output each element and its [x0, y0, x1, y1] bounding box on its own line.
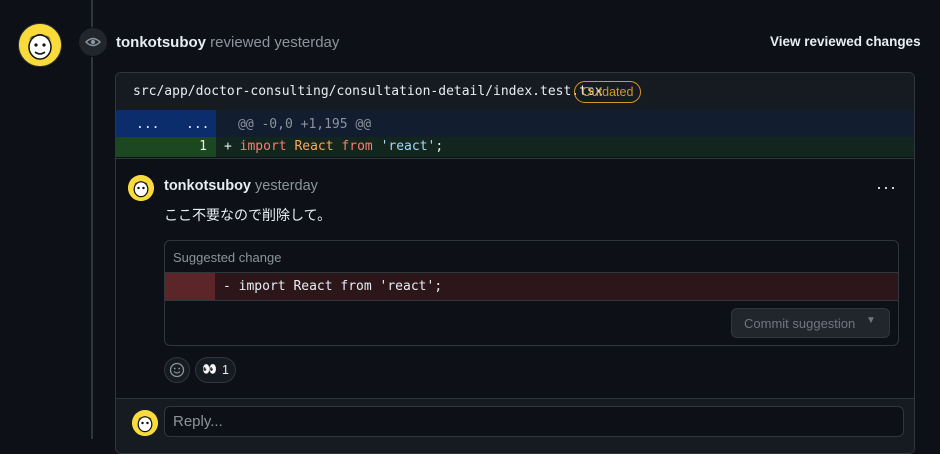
eyes-icon: 👀	[202, 362, 217, 376]
line-number[interactable]: 1	[116, 137, 216, 157]
comment-time[interactable]: yesterday	[255, 178, 318, 194]
file-path[interactable]: src/app/doctor-consulting/consultation-d…	[133, 84, 603, 99]
file-header: src/app/doctor-consulting/consultation-d…	[116, 73, 914, 111]
caret-down-icon: ▼	[866, 315, 876, 326]
add-reaction-button[interactable]	[164, 357, 190, 383]
commit-suggestion-button[interactable]: Commit suggestion ▼	[731, 308, 890, 338]
removed-code: - import React from 'react';	[223, 279, 443, 294]
commenter-avatar[interactable]	[128, 175, 154, 201]
view-reviewed-changes-link[interactable]: View reviewed changes	[770, 34, 921, 49]
commenter-username[interactable]: tonkotsuboy	[164, 178, 251, 194]
current-user-avatar	[132, 410, 158, 436]
review-comment: tonkotsuboy yesterday ··· ここ不要なので削除して。 S…	[116, 158, 914, 399]
reviewer-username[interactable]: tonkotsuboy	[116, 34, 206, 51]
reviewer-avatar[interactable]	[18, 23, 62, 67]
suggested-change-box: Suggested change - import React from 're…	[164, 240, 899, 346]
hunk-expand[interactable]: ... ...	[116, 110, 216, 137]
smiley-icon	[169, 362, 185, 378]
review-thread: src/app/doctor-consulting/consultation-d…	[115, 72, 915, 454]
hunk-header-row: ... ... @@ -0,0 +1,195 @@	[116, 110, 914, 137]
added-code: + import React from 'react';	[224, 139, 444, 154]
timeline-line	[91, 0, 93, 439]
review-header: tonkotsuboy reviewed yesterday	[116, 34, 339, 51]
added-line-row: 1 + import React from 'react';	[116, 137, 914, 157]
outdated-badge: Outdated	[574, 81, 642, 103]
eye-icon	[78, 27, 108, 57]
comment-menu-icon[interactable]: ···	[876, 177, 897, 198]
hunk-left-ellipsis: ...	[136, 117, 160, 132]
removed-line-row: - import React from 'react';	[165, 272, 898, 301]
hunk-right-ellipsis: ...	[186, 117, 210, 132]
comment-body: ここ不要なので削除して。	[164, 207, 332, 223]
review-action: reviewed yesterday	[210, 34, 340, 51]
reaction-count: 1	[222, 363, 229, 377]
reply-input[interactable]: Reply...	[164, 406, 904, 437]
reaction-eyes[interactable]: 👀 1	[195, 357, 236, 383]
comment-header: tonkotsuboy yesterday	[164, 178, 318, 194]
reply-area: Reply...	[116, 398, 914, 453]
hunk-header: @@ -0,0 +1,195 @@	[238, 117, 372, 132]
suggested-change-title: Suggested change	[173, 250, 282, 265]
